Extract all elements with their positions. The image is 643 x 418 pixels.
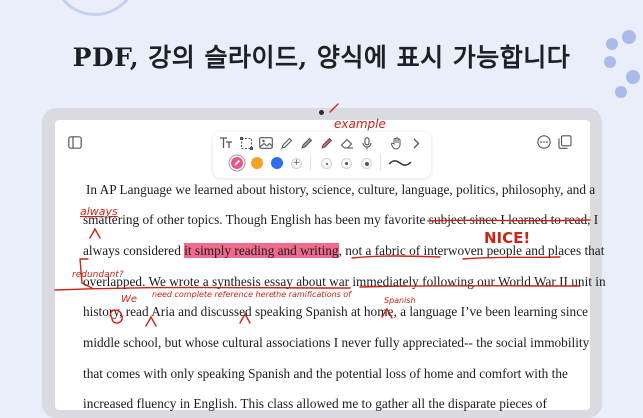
color-swatch-orange[interactable] [251,157,263,169]
highlighter-icon[interactable] [298,136,314,150]
add-color-button[interactable]: + [291,158,302,169]
pen-icon[interactable] [278,136,294,150]
document-line: middle school, but whose cultural associ… [83,335,590,350]
stroke-style-icon[interactable] [387,157,413,169]
ink-note: always [80,205,118,218]
decorative-dot [615,86,627,98]
headline: PDF, 강의 슬라이드, 양식에 표시 가능합니다 [72,43,571,72]
document-line: overlapped. We wrote a synthesis essay a… [83,274,606,289]
sidebar-toggle-icon[interactable] [66,134,84,150]
color-swatch-pink[interactable] [231,157,243,169]
ink-note: need complete reference here [152,290,274,299]
document-line: that comes with only speaking Spanish an… [83,366,568,381]
document-line: In AP Language we learned about history,… [86,182,596,197]
ink-note: the ramifications of [273,290,352,299]
toolbar-divider [310,155,311,171]
stroke-size-large[interactable] [361,158,372,169]
document-text: , not a fabric of interwoven people and … [338,243,605,258]
color-swatch-blue[interactable] [271,157,283,169]
decorative-ring [52,0,138,16]
ink-note: NICE! [484,229,531,247]
ink-note: We [121,294,138,305]
microphone-icon[interactable] [359,136,375,150]
pages-icon[interactable] [556,134,574,150]
hand-icon[interactable] [388,136,404,150]
lasso-icon[interactable] [238,136,254,150]
highlighted-text: it simply reading and writing [184,243,339,258]
document-line: smattering of other topics. Though Engli… [83,212,599,227]
ink-note: redundant? [72,270,124,280]
chevron-right-icon[interactable] [408,136,424,150]
eraser-icon[interactable] [339,136,355,150]
document-text: always considered [83,243,181,258]
marker-icon[interactable] [318,136,334,150]
camera-dot [319,110,324,115]
ink-note: example [334,117,386,131]
toolbar-divider [380,155,381,171]
document-line: increased fluency in English. This class… [83,396,547,411]
document-line: history, read Aria and discussed speakin… [83,304,589,319]
more-icon[interactable] [535,134,553,150]
text-tool-icon[interactable] [218,136,234,150]
stroke-size-small[interactable] [321,158,332,169]
ink-note: Spanish [384,296,416,305]
stroke-size-medium[interactable] [341,158,352,169]
image-icon[interactable] [258,136,274,150]
